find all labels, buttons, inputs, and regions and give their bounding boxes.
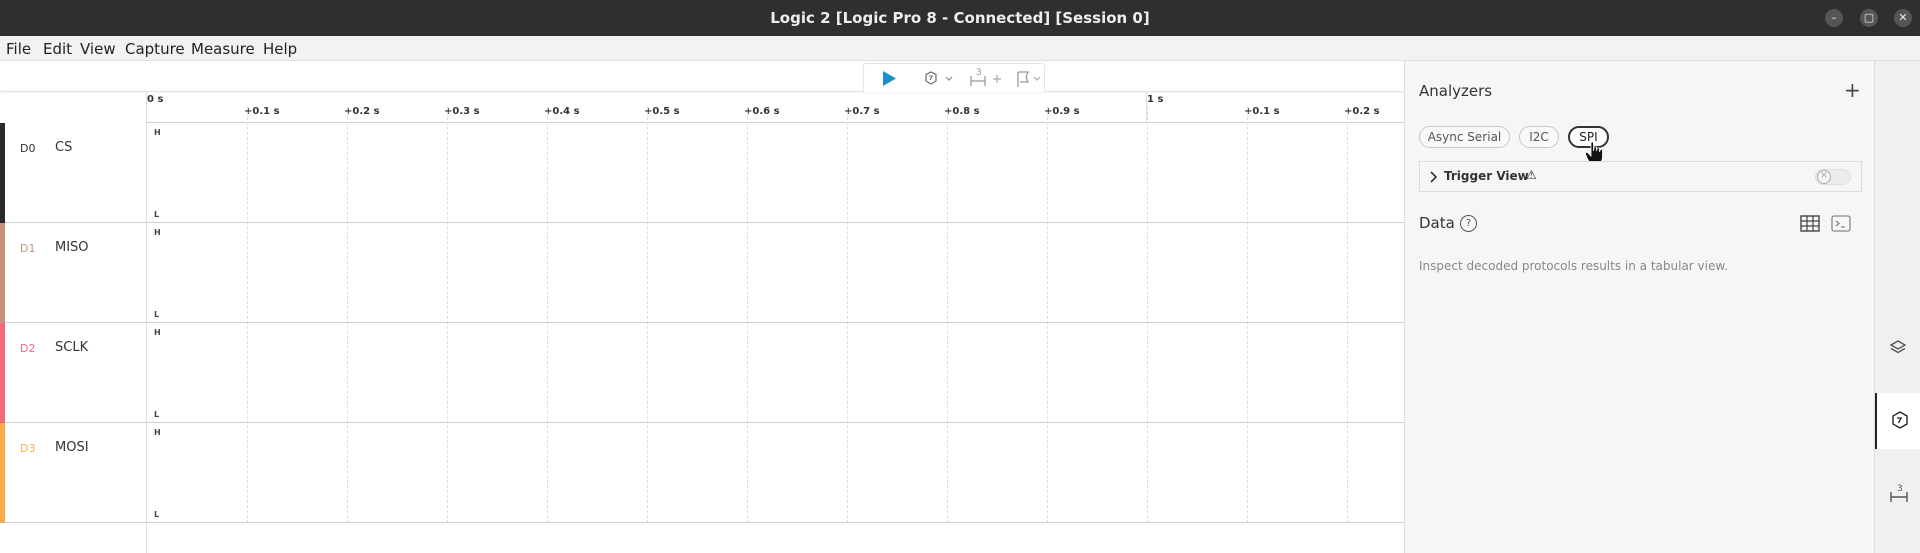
- high-level-label: H: [154, 228, 161, 237]
- menu-help[interactable]: Help: [263, 40, 297, 58]
- channel-color-bar: [0, 123, 5, 223]
- tick-label: +0.3 s: [444, 106, 480, 117]
- tick-label: +0.9 s: [1044, 106, 1080, 117]
- tick-label: +0.4 s: [544, 106, 580, 117]
- channel-row-d3[interactable]: D3 MOSI H L: [0, 423, 1404, 523]
- channel-id: D0: [20, 142, 36, 155]
- tick-label: 0 s: [147, 94, 164, 105]
- toolbar-controls: 3: [863, 63, 1045, 92]
- low-level-label: L: [154, 310, 160, 319]
- low-level-label: L: [154, 210, 160, 219]
- menu-bar: File Edit View Capture Measure Help: [0, 36, 1920, 61]
- close-button[interactable]: ✕: [1894, 9, 1912, 27]
- warning-icon: ⚠: [1526, 168, 1537, 182]
- tick-label: +0.2 s: [344, 106, 380, 117]
- menu-edit[interactable]: Edit: [43, 40, 72, 58]
- channel-name[interactable]: SCLK: [55, 340, 88, 355]
- channel-color-bar: [0, 223, 5, 323]
- trigger-menu-button[interactable]: [924, 71, 954, 89]
- play-icon: [883, 71, 896, 86]
- menu-file[interactable]: File: [6, 40, 31, 58]
- channel-color-bar: [0, 423, 5, 523]
- svg-text:3: 3: [976, 68, 982, 78]
- trigger-view-row[interactable]: Trigger View ⚠ ✕: [1419, 161, 1862, 192]
- tick-label: +0.2 s: [1344, 106, 1380, 117]
- menu-measure[interactable]: Measure: [191, 40, 255, 58]
- channel-row-d0[interactable]: D0 CS H L: [0, 123, 1404, 223]
- channel-id: D2: [20, 342, 36, 355]
- channel-name[interactable]: MOSI: [55, 440, 89, 455]
- maximize-button[interactable]: ▢: [1860, 9, 1878, 27]
- help-icon[interactable]: ?: [1460, 215, 1477, 232]
- tick-label: 1 s: [1147, 94, 1164, 105]
- menu-capture[interactable]: Capture: [125, 40, 185, 58]
- tick-label: +0.7 s: [844, 106, 880, 117]
- menu-view[interactable]: View: [80, 40, 116, 58]
- chevron-right-icon[interactable]: [1429, 171, 1439, 183]
- low-level-label: L: [154, 410, 160, 419]
- rail-timing-markers-button[interactable]: 3: [1875, 465, 1920, 521]
- tick-label: +0.6 s: [744, 106, 780, 117]
- analyzers-panel: Analyzers + Async Serial I2C SPI Trigger…: [1404, 61, 1874, 553]
- capture-toolbar: 3: [0, 61, 1404, 92]
- analyzers-title: Analyzers: [1419, 82, 1493, 100]
- table-view-icon[interactable]: [1800, 215, 1820, 232]
- channel-name[interactable]: CS: [55, 140, 72, 155]
- tick-label: +0.1 s: [244, 106, 280, 117]
- timing-marker-icon: 3: [970, 68, 1001, 86]
- toggle-off-icon: ✕: [1817, 170, 1831, 184]
- rail-analyzers-button[interactable]: [1875, 393, 1920, 449]
- channel-color-bar: [0, 323, 5, 423]
- tick-label: +0.8 s: [944, 106, 980, 117]
- channel-row-d2[interactable]: D2 SCLK H L: [0, 323, 1404, 423]
- data-section-title: Data: [1419, 214, 1455, 232]
- add-measurement-button[interactable]: 3: [969, 68, 1003, 92]
- svg-text:3: 3: [1897, 484, 1903, 494]
- layers-icon: [1889, 340, 1907, 354]
- high-level-label: H: [154, 428, 161, 437]
- chip-i2c[interactable]: I2C: [1519, 126, 1559, 148]
- channel-id: D1: [20, 242, 36, 255]
- window-title: Logic 2 [Logic Pro 8 - Connected] [Sessi…: [770, 9, 1150, 27]
- tick-label: +0.5 s: [644, 106, 680, 117]
- tick-label: +0.1 s: [1244, 106, 1280, 117]
- channel-row-d1[interactable]: D1 MISO H L: [0, 223, 1404, 323]
- channel-id: D3: [20, 442, 36, 455]
- title-bar: Logic 2 [Logic Pro 8 - Connected] [Sessi…: [0, 0, 1920, 36]
- trigger-view-label: Trigger View: [1444, 169, 1529, 183]
- low-level-label: L: [154, 510, 160, 519]
- high-level-label: H: [154, 328, 161, 337]
- analyzer-icon: [1892, 411, 1908, 429]
- terminal-view-icon[interactable]: [1831, 215, 1851, 232]
- add-marker-button[interactable]: [1014, 70, 1044, 92]
- high-level-label: H: [154, 128, 161, 137]
- right-sidebar-rail: 3: [1874, 61, 1920, 553]
- flag-marker-icon: [1017, 71, 1041, 87]
- chip-async-serial[interactable]: Async Serial: [1419, 126, 1510, 148]
- channel-name[interactable]: MISO: [55, 240, 89, 255]
- minimize-button[interactable]: –: [1825, 9, 1843, 27]
- timing-marker-icon: 3: [1890, 484, 1908, 502]
- add-analyzer-button[interactable]: +: [1844, 78, 1861, 102]
- trigger-view-toggle[interactable]: ✕: [1815, 169, 1851, 185]
- rail-extensions-button[interactable]: [1875, 321, 1920, 377]
- data-hint-text: Inspect decoded protocols results in a t…: [1419, 259, 1728, 273]
- start-capture-button[interactable]: [881, 70, 897, 91]
- trigger-icon: [925, 71, 953, 85]
